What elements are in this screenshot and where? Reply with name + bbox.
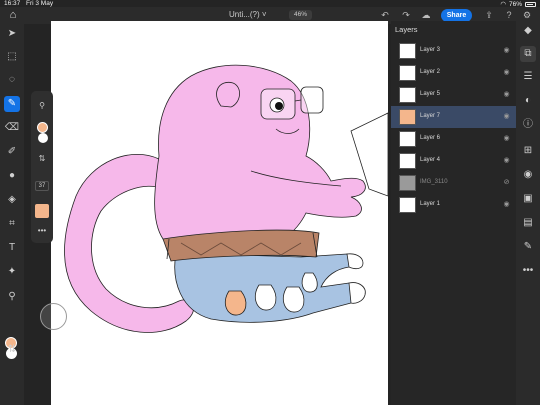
layers-title: Layers xyxy=(395,25,418,34)
brush-color-swatch[interactable] xyxy=(35,204,49,218)
cloud-icon[interactable]: ☁ xyxy=(420,10,432,21)
layer-row[interactable]: Layer 6 ◉ xyxy=(391,128,516,150)
layer-name: Layer 7 xyxy=(420,113,441,119)
layer-row[interactable]: Layer 2 ◉ xyxy=(391,62,516,84)
pouch-3 xyxy=(301,272,318,293)
layer-row[interactable]: Layer 1 ◉ xyxy=(391,194,516,216)
eyedropper-icon[interactable]: ⚲ xyxy=(4,289,20,305)
battery-icon xyxy=(525,1,536,7)
body xyxy=(154,64,366,252)
flyout-secondary-swatch[interactable] xyxy=(38,133,48,143)
blur-icon[interactable]: ● xyxy=(4,168,20,184)
flyout-primary-swatch[interactable] xyxy=(37,122,48,133)
more-icon[interactable]: ••• xyxy=(34,226,50,235)
add-layer-icon[interactable]: ⧉ xyxy=(520,46,536,62)
fill-icon[interactable]: ◈ xyxy=(4,192,20,208)
artwork xyxy=(64,64,388,333)
brush-icon[interactable]: ✎ xyxy=(4,96,20,112)
text-icon[interactable]: T xyxy=(4,240,20,256)
redo-icon[interactable]: ↷ xyxy=(400,10,412,21)
select-icon[interactable]: ➤ xyxy=(4,26,20,42)
layer-name: Layer 2 xyxy=(420,69,441,75)
brush-flyout: ⚲ ⇅ 37 ••• xyxy=(31,91,53,243)
eye-icon[interactable]: ◉ xyxy=(502,68,511,77)
layer-thumbnail xyxy=(399,109,416,125)
brush-size[interactable]: 37 xyxy=(35,181,49,191)
eye-icon[interactable]: ◉ xyxy=(502,156,511,165)
status-time: 16:37 xyxy=(4,0,21,7)
opacity-icon[interactable]: ▣ xyxy=(520,191,536,207)
document-title-label: Unti...(?) xyxy=(229,10,260,19)
right-toolbar: ◆ ⧉ ☰ ◐ ⓘ ⊞ ◉ ▣ ▤ ✎ ••• xyxy=(516,21,540,405)
status-date: Fri 3 May xyxy=(26,0,54,7)
settings-icon[interactable]: ⚙ xyxy=(521,10,533,21)
pouch-orange xyxy=(224,290,247,316)
more-icon[interactable]: ••• xyxy=(520,263,536,279)
eye-icon[interactable]: ◉ xyxy=(502,90,511,99)
layer-thumbnail xyxy=(399,197,416,213)
layer-thumbnail xyxy=(399,87,416,103)
mask-icon[interactable]: ◐ xyxy=(520,93,536,109)
lasso-icon[interactable]: ◌ xyxy=(4,72,20,88)
layer-row-selected[interactable]: Layer 7 ◉ xyxy=(391,106,516,128)
layer-name: Layer 5 xyxy=(420,91,441,97)
layer-name: Layer 6 xyxy=(420,135,441,141)
zoom-level[interactable]: 46% xyxy=(289,10,312,20)
layer-row[interactable]: Layer 5 ◉ xyxy=(391,84,516,106)
smudge-icon[interactable]: ✐ xyxy=(4,144,20,160)
blend-icon[interactable]: ▤ xyxy=(520,215,536,231)
ear xyxy=(216,81,240,108)
layers-panel: Layers Layer 3 ◉ Layer 2 ◉ Layer 5 ◉ Lay… xyxy=(391,21,516,405)
layer-row[interactable]: Layer 4 ◉ xyxy=(391,150,516,172)
transform-icon[interactable]: ⬚ xyxy=(4,49,20,65)
layer-row[interactable]: IMG_3110 ⊘ xyxy=(391,172,516,194)
adjustments-icon[interactable]: ☰ xyxy=(520,69,536,85)
visibility-icon[interactable]: ◉ xyxy=(520,167,536,183)
export-icon[interactable]: ⇪ xyxy=(483,10,495,21)
undo-icon[interactable]: ↶ xyxy=(379,10,391,21)
swap-icon[interactable]: ⇅ xyxy=(34,154,50,163)
eye-icon[interactable]: ◉ xyxy=(502,134,511,143)
home-icon[interactable]: ⌂ xyxy=(6,8,20,22)
document-title[interactable]: Unti...(?) ˅ xyxy=(229,10,267,19)
layer-thumbnail xyxy=(399,175,416,191)
drawing-canvas[interactable] xyxy=(51,21,388,405)
crop-icon[interactable]: ⌗ xyxy=(4,216,20,232)
eyedropper-icon[interactable]: ⚲ xyxy=(34,101,50,110)
add-icon[interactable]: ⊞ xyxy=(520,143,536,159)
foot-bottom xyxy=(348,282,366,304)
touch-modifier[interactable] xyxy=(40,303,67,330)
layer-thumbnail xyxy=(399,43,416,59)
glasses-lens-right xyxy=(300,86,324,114)
eye-hidden-icon[interactable]: ⊘ xyxy=(502,178,511,187)
chevron-down-icon: ˅ xyxy=(261,10,267,19)
layer-thumbnail xyxy=(399,153,416,169)
layer-name: Layer 3 xyxy=(420,47,441,53)
info-icon[interactable]: ⓘ xyxy=(520,117,536,133)
drawing-app: 16:37 Fri 3 May ◠ 76% ⌂ Unti...(?) ˅ 46%… xyxy=(0,0,540,405)
foot-top xyxy=(346,253,364,270)
eye-icon[interactable]: ◉ xyxy=(502,200,511,209)
pouch-2 xyxy=(282,286,305,313)
edit-icon[interactable]: ✎ xyxy=(520,239,536,255)
help-icon[interactable]: ? xyxy=(503,10,515,21)
layer-name: Layer 4 xyxy=(420,157,441,163)
layer-row[interactable]: Layer 3 ◉ xyxy=(391,40,516,62)
layer-name: Layer 1 xyxy=(420,201,441,207)
layer-thumbnail xyxy=(399,131,416,147)
pouch-1 xyxy=(254,284,277,311)
layer-thumbnail xyxy=(399,65,416,81)
left-toolbar: ➤ ⬚ ◌ ✎ ⌫ ✐ ● ◈ ⌗ T ✦ ⚲ ⇅ xyxy=(0,24,24,405)
swap-icon[interactable]: ⇅ xyxy=(4,342,20,358)
eye-icon[interactable]: ◉ xyxy=(502,46,511,55)
eye-icon[interactable]: ◉ xyxy=(502,112,511,121)
effects-icon[interactable]: ✦ xyxy=(4,264,20,280)
layer-name: IMG_3110 xyxy=(420,179,448,185)
eye-pupil xyxy=(275,102,283,110)
eraser-icon[interactable]: ⌫ xyxy=(4,120,20,136)
layers-stack-icon[interactable]: ◆ xyxy=(520,23,536,39)
